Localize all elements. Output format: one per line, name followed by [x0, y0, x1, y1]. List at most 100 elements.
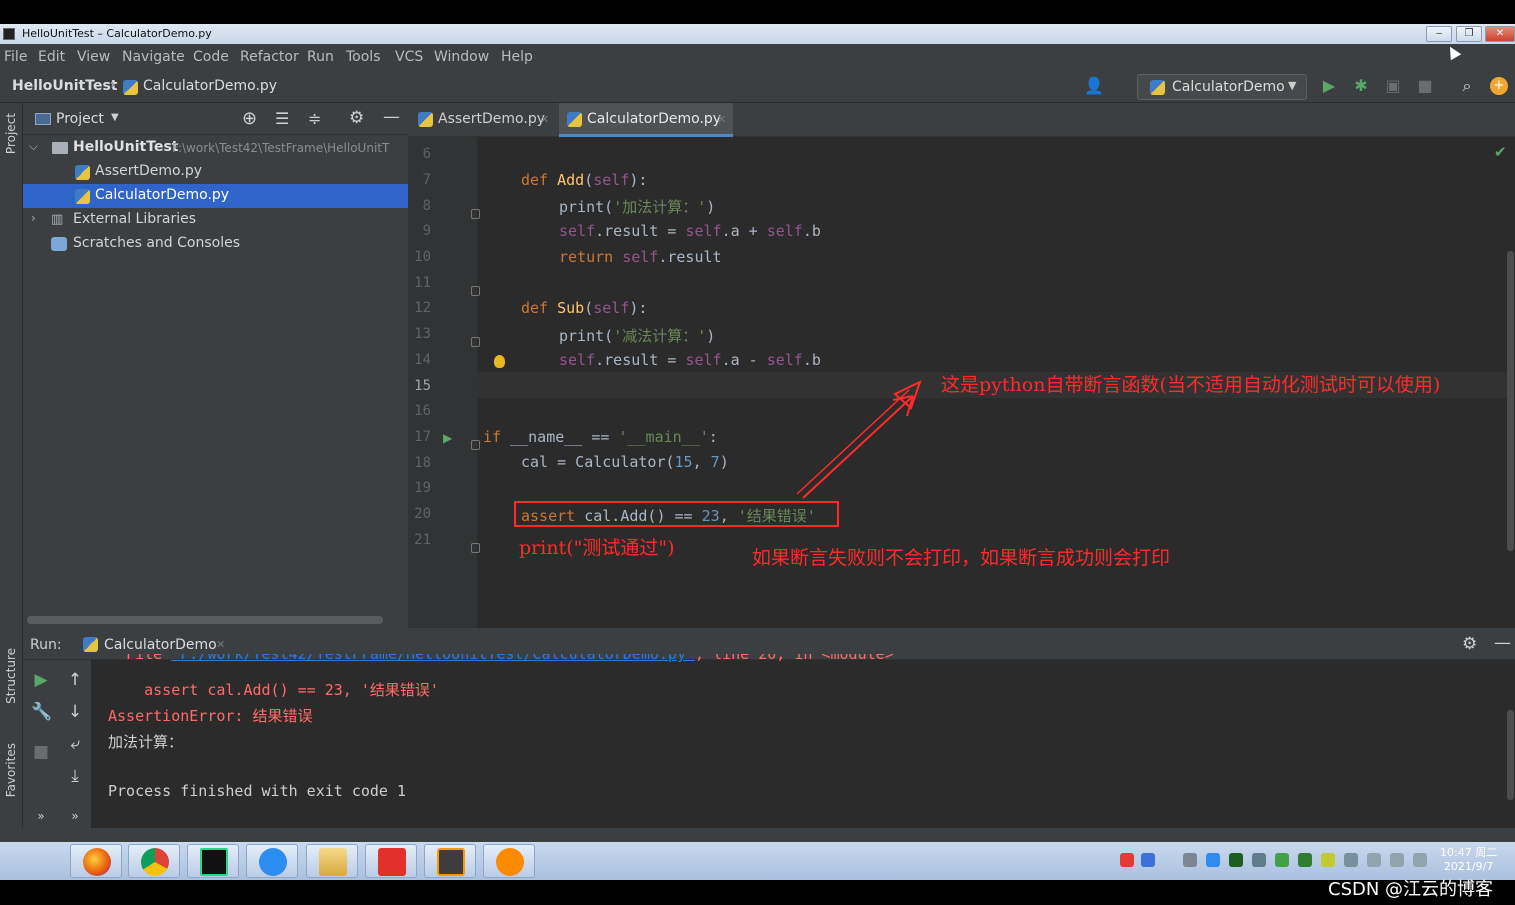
debug-icon[interactable]: ✱	[1352, 77, 1370, 95]
run-icon[interactable]: ▶	[1320, 77, 1338, 95]
tray-wechat-icon[interactable]	[1275, 853, 1289, 867]
lightbulb-icon[interactable]	[494, 355, 505, 368]
wrench-icon[interactable]: 🔧	[31, 702, 52, 722]
taskbar-recorder[interactable]	[483, 844, 535, 878]
tab-assertdemo[interactable]: AssertDemo.py ✕	[414, 103, 554, 137]
traceback-file-link[interactable]: "F:/work/Test42/TestFrame/HelloUnitTest/…	[171, 654, 695, 663]
menu-help[interactable]: Help	[501, 49, 533, 65]
arrow-up-icon[interactable]: ↑	[65, 670, 85, 690]
code-line-12[interactable]: def Sub(self):	[521, 299, 647, 317]
code-line-7[interactable]: def Add(self):	[521, 171, 647, 189]
more-icon[interactable]: »	[65, 806, 85, 826]
tray-tool-icon[interactable]	[1183, 853, 1197, 867]
project-horizontal-scrollbar[interactable]	[27, 616, 383, 624]
run-gutter-icon[interactable]: ▶	[443, 431, 452, 445]
stop-icon[interactable]: ■	[31, 742, 51, 762]
more-icon[interactable]: »	[31, 806, 51, 826]
tree-item-scratches[interactable]: Scratches and Consoles	[23, 232, 408, 256]
user-icon[interactable]: 👤	[1084, 77, 1104, 95]
code-line-18[interactable]: cal = Calculator(15, 7)	[521, 453, 729, 471]
tray-flag-icon[interactable]	[1344, 853, 1358, 867]
code-line-8[interactable]: print('加法计算：')	[559, 196, 715, 217]
taskbar-sublime[interactable]	[424, 844, 476, 878]
fold-marker-icon[interactable]	[471, 209, 480, 219]
soft-wrap-icon[interactable]: ⤶	[65, 734, 85, 754]
taskbar-clock[interactable]: 10:47 周二 2021/9/7	[1440, 846, 1497, 874]
scroll-to-end-icon[interactable]: ⤓	[65, 766, 85, 786]
taskbar-firefox[interactable]	[70, 844, 122, 878]
arrow-down-icon[interactable]: ↓	[65, 702, 85, 722]
fold-marker-icon[interactable]	[471, 286, 480, 296]
code-line-14[interactable]: self.result = self.a - self.b	[559, 351, 821, 369]
taskbar-feishu[interactable]	[246, 844, 298, 878]
tray-app-icon[interactable]	[1229, 853, 1243, 867]
rerun-icon[interactable]: ▶	[31, 670, 51, 690]
tree-item-external-libraries[interactable]: › ▥ External Libraries	[23, 208, 408, 232]
tree-root-row[interactable]: ⌵ HelloUnitTest F:\work\Test42\TestFrame…	[23, 136, 408, 160]
menu-run[interactable]: Run	[307, 49, 334, 65]
tray-volume-icon[interactable]	[1413, 853, 1427, 867]
gear-icon[interactable]: ⚙	[349, 108, 364, 128]
minimize-button[interactable]: ‒	[1426, 26, 1452, 42]
tray-device-icon[interactable]	[1367, 853, 1381, 867]
menu-tools[interactable]: Tools	[346, 49, 381, 65]
editor-vertical-scrollbar[interactable]	[1507, 251, 1514, 551]
code-line-10[interactable]: return self.result	[559, 248, 722, 266]
tray-security-icon[interactable]	[1298, 853, 1312, 867]
chevron-down-icon[interactable]: ▼	[111, 112, 119, 123]
tray-app2-icon[interactable]	[1321, 853, 1335, 867]
tree-item-assertdemo[interactable]: AssertDemo.py	[23, 160, 408, 184]
update-icon[interactable]: +	[1490, 77, 1508, 95]
code-line-13[interactable]: print('减法计算：')	[559, 325, 715, 346]
taskbar-chrome[interactable]	[128, 844, 180, 878]
close-tab-icon[interactable]: ✕	[717, 113, 726, 126]
menu-navigate[interactable]: Navigate	[122, 49, 185, 65]
gear-icon[interactable]: ⚙	[1462, 634, 1477, 654]
restore-button[interactable]: ❐	[1456, 26, 1482, 42]
tree-item-calculatordemo[interactable]: CalculatorDemo.py	[23, 184, 408, 208]
structure-tool-tab[interactable]: Structure	[4, 648, 18, 704]
menu-window[interactable]: Window	[434, 49, 489, 65]
breadcrumb-file[interactable]: CalculatorDemo.py	[143, 78, 277, 94]
close-tab-icon[interactable]: ✕	[216, 638, 225, 651]
menu-refactor[interactable]: Refactor	[240, 49, 299, 65]
taskbar-pycharm[interactable]	[187, 844, 239, 878]
chevron-right-icon[interactable]: ›	[31, 211, 36, 225]
hide-panel-icon[interactable]: —	[383, 107, 400, 127]
favorites-tool-tab[interactable]: Favorites	[4, 743, 18, 797]
locate-icon[interactable]: ⊕	[242, 108, 257, 129]
hide-panel-icon[interactable]: —	[1494, 633, 1511, 653]
run-configuration-select[interactable]: CalculatorDemo ▼	[1137, 74, 1307, 100]
inspection-ok-icon[interactable]: ✔	[1494, 143, 1507, 161]
menu-code[interactable]: Code	[193, 49, 229, 65]
tray-sogou-icon[interactable]	[1120, 853, 1134, 867]
coverage-icon[interactable]: ▣	[1384, 77, 1402, 95]
fold-marker-icon[interactable]	[471, 440, 480, 450]
close-button[interactable]: ✕	[1485, 26, 1515, 42]
search-icon[interactable]: ⌕	[1458, 77, 1476, 95]
breadcrumb-project[interactable]: HelloUnitTest	[12, 78, 117, 94]
menu-view[interactable]: View	[77, 49, 110, 65]
project-panel-title[interactable]: Project	[56, 111, 104, 127]
taskbar-xmind[interactable]	[365, 844, 417, 878]
collapse-all-icon[interactable]: ≑	[308, 109, 321, 128]
menu-file[interactable]: File	[4, 49, 27, 65]
output-vertical-scrollbar[interactable]	[1507, 710, 1514, 800]
stop-icon[interactable]: ■	[1416, 77, 1434, 95]
tray-window-icon[interactable]	[1252, 853, 1266, 867]
tray-help-icon[interactable]	[1141, 853, 1155, 867]
fold-marker-icon[interactable]	[471, 543, 480, 553]
fold-marker-icon[interactable]	[471, 337, 480, 347]
tray-feishu-icon[interactable]	[1206, 853, 1220, 867]
menu-vcs[interactable]: VCS	[395, 49, 423, 65]
project-tool-tab[interactable]: Project	[4, 113, 18, 154]
taskbar-explorer[interactable]	[306, 844, 358, 878]
code-line-17[interactable]: if __name__ == '__main__':	[483, 428, 718, 446]
chevron-down-icon[interactable]: ⌵	[29, 139, 38, 154]
tray-network-icon[interactable]	[1390, 853, 1404, 867]
tab-calculatordemo[interactable]: CalculatorDemo.py ✕	[559, 103, 733, 137]
code-line-9[interactable]: self.result = self.a + self.b	[559, 222, 821, 240]
expand-all-icon[interactable]: ☰	[275, 109, 289, 128]
close-tab-icon[interactable]: ✕	[540, 113, 549, 126]
menu-edit[interactable]: Edit	[38, 49, 65, 65]
